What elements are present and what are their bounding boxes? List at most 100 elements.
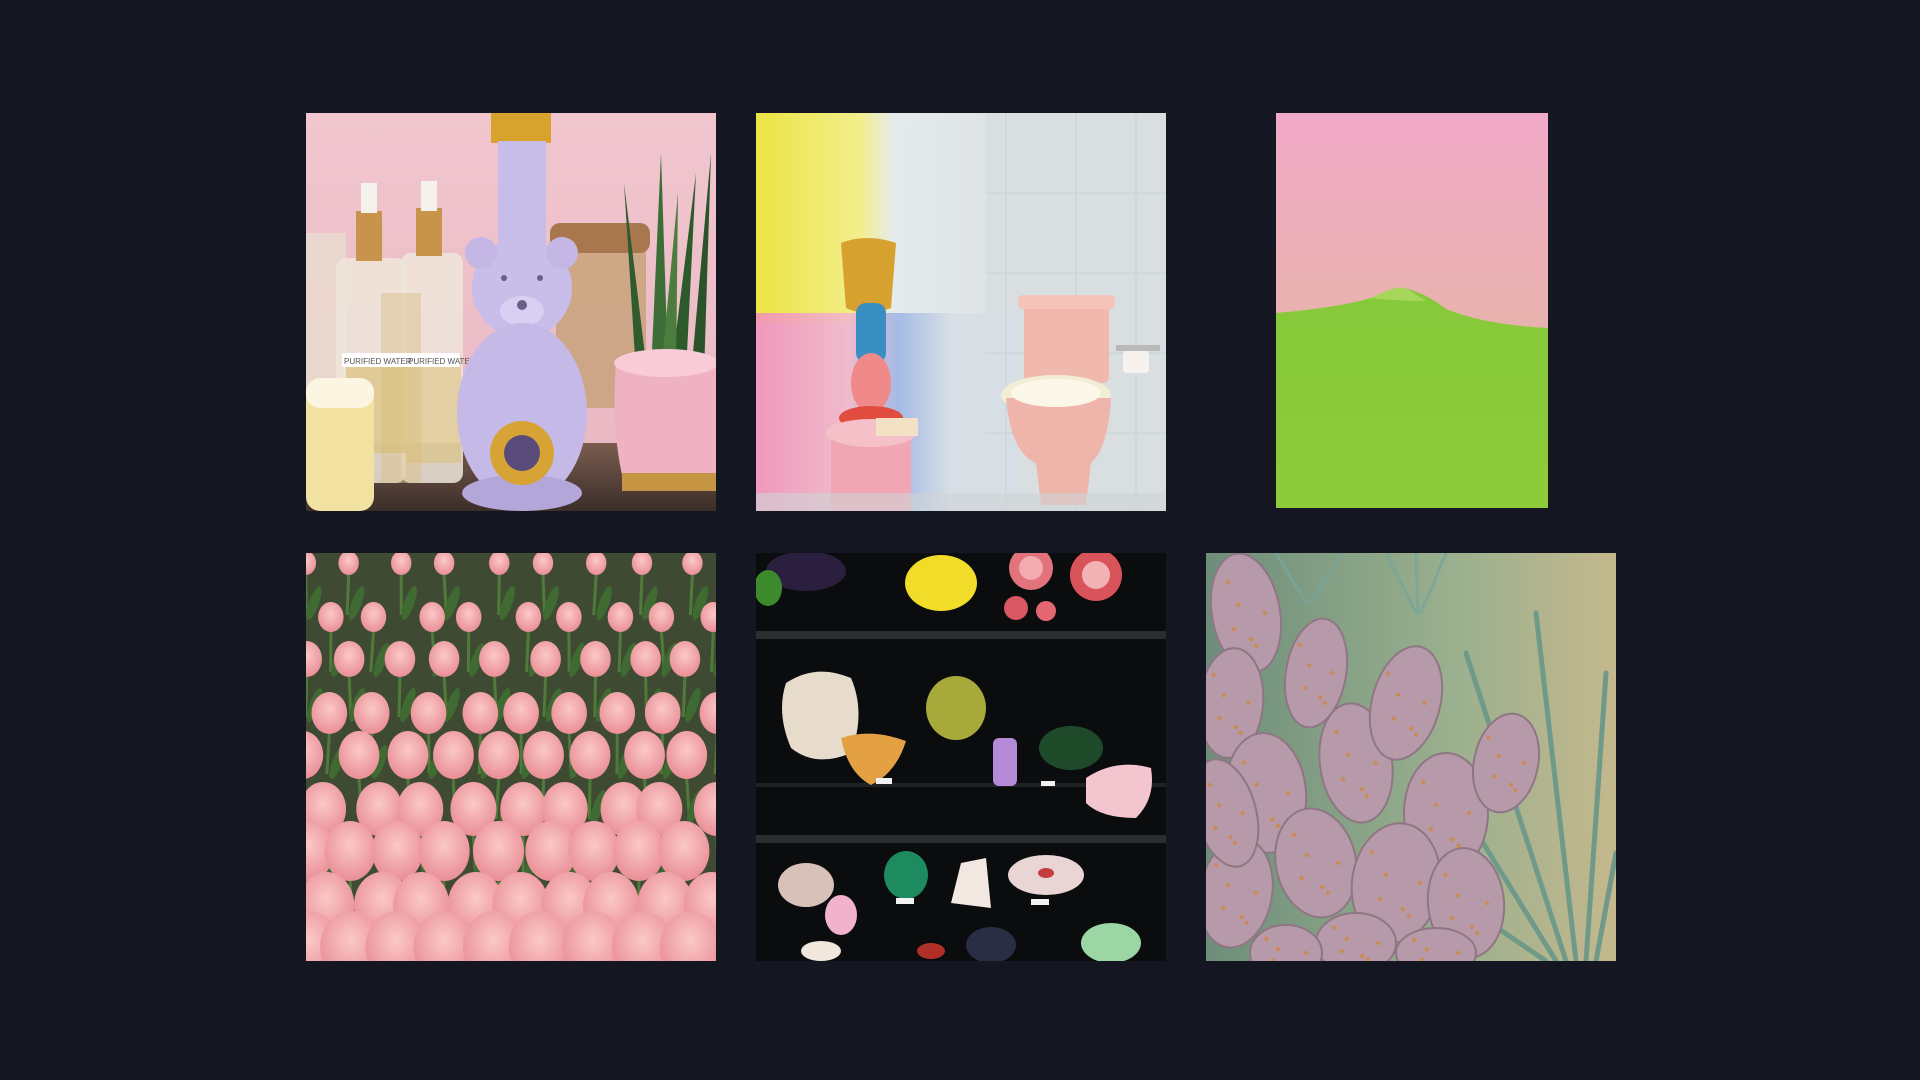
tulip-bloom <box>333 641 365 677</box>
cactus-areole <box>1424 947 1430 952</box>
shelf <box>756 631 1166 639</box>
cactus-areole <box>1233 724 1239 730</box>
cactus-areole <box>1221 693 1226 698</box>
tulip-bloom <box>478 731 520 779</box>
cactus-areole <box>1325 890 1331 896</box>
cactus-areole <box>1383 872 1389 877</box>
tulip-bloom <box>644 692 681 734</box>
minerals-photo <box>756 553 1166 961</box>
cactus-areole <box>1428 827 1434 832</box>
cactus-areole <box>1418 880 1423 886</box>
cactus-areole <box>1344 936 1350 941</box>
tulip-bloom <box>568 821 620 881</box>
cactus-areole <box>1213 825 1218 831</box>
tulip-stem <box>542 676 548 718</box>
cactus-areole <box>1369 850 1375 855</box>
tulip-bloom <box>515 602 542 632</box>
cactus-areole <box>1466 810 1472 816</box>
tulip-bloom <box>311 692 348 734</box>
tulip-stem <box>617 631 622 673</box>
photo-tile-bathroom[interactable] <box>756 113 1166 511</box>
tulip-stem <box>593 676 597 718</box>
cactus-areole <box>1396 692 1401 698</box>
photo-tile-minerals[interactable] <box>756 553 1166 961</box>
cactus-areole <box>1385 671 1390 676</box>
bear-vase-photo: PURIFIED WATER PURIFIED WATER <box>306 113 716 511</box>
cactus-areole <box>1240 810 1245 816</box>
cactus-areole <box>1238 730 1243 736</box>
cactus-areole <box>1406 913 1412 918</box>
tulip-bloom <box>419 602 445 632</box>
tulip-bloom <box>630 641 661 677</box>
tulip-stem <box>497 574 501 616</box>
cactus-areole <box>1330 670 1335 676</box>
cactus-areole <box>1297 642 1302 648</box>
tulip-bloom <box>428 641 460 677</box>
cactus-areole <box>1391 716 1396 721</box>
tulip-bloom <box>318 602 344 632</box>
cactus-areole <box>1303 950 1308 956</box>
cactus-areole <box>1242 760 1247 765</box>
cactus-areole <box>1249 637 1254 642</box>
tulip-bloom <box>613 821 665 881</box>
tulip-bloom <box>607 602 634 632</box>
cactus-areole <box>1334 730 1339 735</box>
cactus-areole <box>1262 610 1267 616</box>
cactus-areole <box>1373 760 1378 766</box>
cactus-areole <box>1232 840 1238 846</box>
cactus-areole <box>1275 946 1280 952</box>
cactus-areole <box>1455 950 1461 956</box>
cactus-areole <box>1292 832 1297 838</box>
cactus-areole <box>1375 940 1381 946</box>
cactus-areole <box>1377 897 1383 902</box>
cactus-areole <box>1513 788 1518 793</box>
photo-tile-cactus[interactable] <box>1206 553 1616 961</box>
tulip-bloom <box>324 821 376 881</box>
tulip-bloom <box>338 731 380 779</box>
tulips-photo <box>306 553 716 961</box>
cactus-areole <box>1253 890 1258 896</box>
cactus-areole <box>1450 837 1455 842</box>
bottle-label-2: PURIFIED WATER <box>408 357 476 366</box>
cactus-areole <box>1320 884 1325 890</box>
cactus-areole <box>1455 893 1460 898</box>
tulip-bloom <box>418 821 470 881</box>
tulip-bloom <box>410 692 447 734</box>
cactus-areole <box>1220 905 1226 911</box>
cactus-areole <box>1443 872 1448 878</box>
cactus-areole <box>1340 777 1346 782</box>
cactus-areole <box>1217 715 1222 721</box>
cactus-areole <box>1306 663 1312 668</box>
cactus-areole <box>1422 700 1427 706</box>
tulip-bloom <box>624 731 666 779</box>
cactus-areole <box>1360 953 1365 959</box>
shelf <box>756 835 1166 843</box>
cactus-areole <box>1332 925 1337 930</box>
cactus-areole <box>1335 860 1341 866</box>
bottle-label-1: PURIFIED WATER <box>344 357 412 366</box>
cactus-areole <box>1246 700 1251 706</box>
green-hill-photo <box>1276 113 1548 508</box>
tulip-bloom <box>556 602 582 632</box>
photo-tile-tulips[interactable] <box>306 553 716 961</box>
tulip-stem <box>688 574 694 616</box>
cactus-areole <box>1216 803 1222 808</box>
photo-tile-bear-vase[interactable]: PURIFIED WATER PURIFIED WATER <box>306 113 716 511</box>
tulip-bloom <box>433 731 474 779</box>
cactus-areole <box>1496 753 1501 759</box>
photo-tile-green-hill[interactable] <box>1276 113 1548 508</box>
cactus-areole <box>1450 915 1455 921</box>
cactus-areole <box>1318 694 1323 700</box>
cactus-areole <box>1434 802 1439 807</box>
cactus-areole <box>1400 907 1406 912</box>
cactus-areole <box>1475 930 1480 936</box>
tulip-stem <box>345 574 351 616</box>
tulip-bloom <box>473 821 525 881</box>
tulip-stem <box>397 676 402 718</box>
bathroom-photo <box>756 113 1166 511</box>
cactus-areole <box>1275 823 1281 828</box>
tulip-stem <box>587 778 592 820</box>
cactus-areole <box>1207 782 1212 788</box>
cactus-areole <box>1225 580 1230 585</box>
cactus-areole <box>1345 752 1350 757</box>
